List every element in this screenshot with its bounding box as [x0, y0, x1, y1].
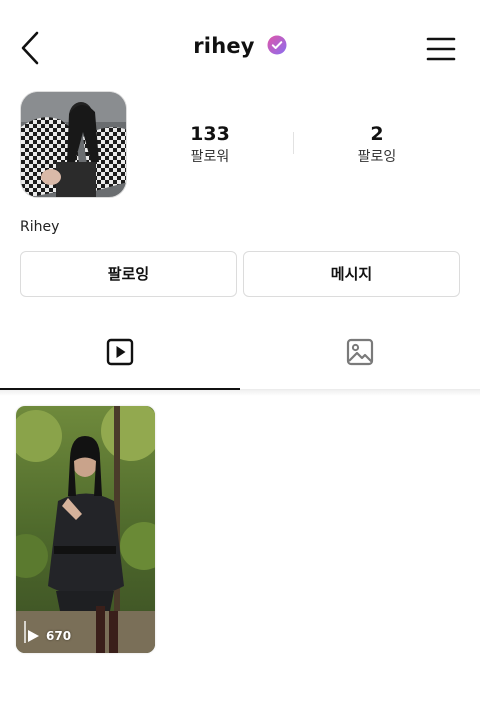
- verified-badge-icon: [267, 35, 287, 54]
- avatar-photo: [21, 92, 126, 197]
- tab-images[interactable]: [240, 318, 480, 390]
- following-count: 2: [370, 123, 384, 145]
- tabs-shadow: [0, 390, 480, 396]
- video-thumbnail-image: [16, 406, 155, 653]
- view-count: 670: [26, 626, 71, 646]
- play-icon: [28, 630, 39, 642]
- following-stat[interactable]: 2 팔로잉: [327, 122, 427, 167]
- following-label: 팔로잉: [357, 149, 397, 165]
- followers-count: 133: [190, 123, 230, 145]
- active-tab-indicator: [0, 388, 240, 390]
- video-play-icon: [106, 338, 134, 366]
- video-thumbnail[interactable]: 670: [16, 406, 155, 653]
- tab-videos[interactable]: [0, 318, 240, 390]
- profile-header: rihey: [0, 0, 480, 96]
- stat-divider: [293, 132, 294, 154]
- following-button[interactable]: 팔로잉: [20, 251, 237, 297]
- image-gallery-icon: [346, 338, 374, 366]
- view-count-text: 670: [46, 629, 72, 643]
- hamburger-menu-icon: [426, 37, 456, 61]
- profile-display-name: Rihey: [20, 219, 60, 235]
- page-title: rihey: [193, 34, 255, 58]
- followers-stat[interactable]: 133 팔로워: [160, 122, 260, 167]
- avatar[interactable]: [20, 91, 127, 198]
- message-button[interactable]: 메시지: [243, 251, 460, 297]
- menu-button[interactable]: [426, 36, 456, 62]
- header-title-group: rihey: [0, 34, 480, 64]
- followers-label: 팔로워: [190, 149, 230, 165]
